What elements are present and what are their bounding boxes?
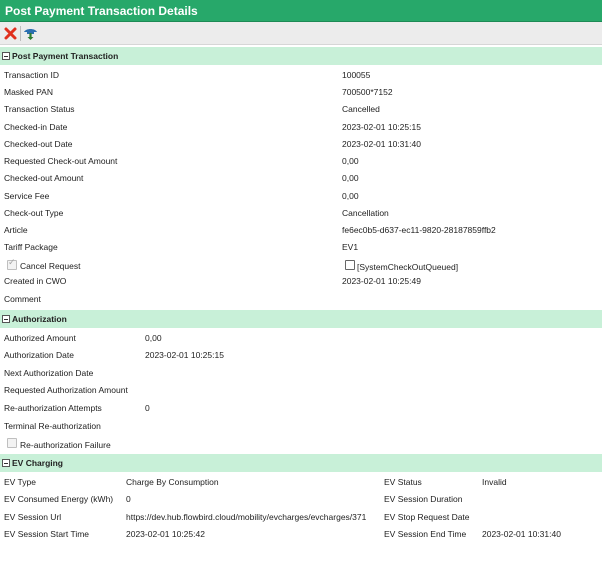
field-label: EV Session Url [4,512,62,522]
toolbar [0,22,602,45]
field-value: Cancelled [342,104,380,114]
field-label: Authorized Amount [4,333,76,343]
field-label: Requested Check-out Amount [4,156,118,166]
cancel-request-label: Cancel Request [20,261,81,271]
collapse-icon[interactable] [2,315,10,323]
reauthorization-failure-checkbox [7,438,17,448]
section-header-authorization[interactable]: Authorization [0,310,602,328]
field-label: Checked-out Date [4,139,73,149]
field-value: 2023-02-01 10:31:40 [342,139,421,149]
toolbar-separator [20,26,21,41]
collapse-icon[interactable] [2,459,10,467]
field-value: Invalid [482,477,507,487]
field-label: EV Status [384,477,422,487]
field-value: Cancellation [342,208,389,218]
field-label: EV Type [4,477,36,487]
field-label: Masked PAN [4,87,53,97]
field-value: 100055 [342,70,371,80]
field-label: Requested Authorization Amount [4,385,128,395]
window-title: Post Payment Transaction Details [0,0,602,22]
field-value: 0 [126,494,131,504]
field-label: Created in CWO [4,276,67,286]
field-label: Checked-out Amount [4,173,84,183]
field-label: Re-authorization Attempts [4,403,102,413]
field-value: 0 [145,403,150,413]
field-label: Transaction ID [4,70,59,80]
field-value: 2023-02-01 10:25:15 [342,122,421,132]
field-value: 2023-02-01 10:25:42 [126,529,205,539]
system-checkout-queued-checkbox[interactable] [345,260,355,270]
field-label: Article [4,225,28,235]
field-label: Terminal Re-authorization [4,421,101,431]
field-label: Tariff Package [4,242,58,252]
field-label: EV Stop Request Date [384,512,470,522]
reauthorization-failure-label: Re-authorization Failure [20,440,111,450]
field-label: Checked-in Date [4,122,68,132]
close-icon[interactable] [3,26,18,41]
field-value: 0,00 [342,173,359,183]
system-checkout-queued-label: [SystemCheckOutQueued] [357,262,459,272]
field-value: 2023-02-01 10:25:49 [342,276,421,286]
save-icon[interactable] [23,26,38,41]
section-title: Post Payment Transaction [12,51,119,61]
field-value: 0,00 [342,191,359,201]
field-label: EV Session Duration [384,494,463,504]
field-label: Check-out Type [4,208,64,218]
field-label: Comment [4,294,41,304]
field-value: 0,00 [342,156,359,166]
field-value: Charge By Consumption [126,477,219,487]
field-value: 2023-02-01 10:31:40 [482,529,561,539]
section-header-ev-charging[interactable]: EV Charging [0,454,602,472]
field-label: EV Session End Time [384,529,467,539]
cancel-request-checkbox [7,258,17,270]
field-label: Next Authorization Date [4,368,94,378]
field-label: Authorization Date [4,350,74,360]
field-value: 700500*7152 [342,87,393,97]
field-label: EV Session Start Time [4,529,90,539]
field-value: EV1 [342,242,359,252]
section-title: Authorization [12,314,67,324]
section-header-post-payment[interactable]: Post Payment Transaction [0,47,602,65]
field-value: 0,00 [145,333,162,343]
field-value: fe6ec0b5-d637-ec11-9820-28187859ffb2 [342,225,496,235]
field-label: Service Fee [4,191,50,201]
collapse-icon[interactable] [2,52,10,60]
ev-session-url-link[interactable]: https://dev.hub.flowbird.cloud/mobility/… [126,511,380,523]
section-title: EV Charging [12,458,64,468]
field-value: 2023-02-01 10:25:15 [145,350,224,360]
field-label: Transaction Status [4,104,75,114]
field-label: EV Consumed Energy (kWh) [4,494,114,504]
